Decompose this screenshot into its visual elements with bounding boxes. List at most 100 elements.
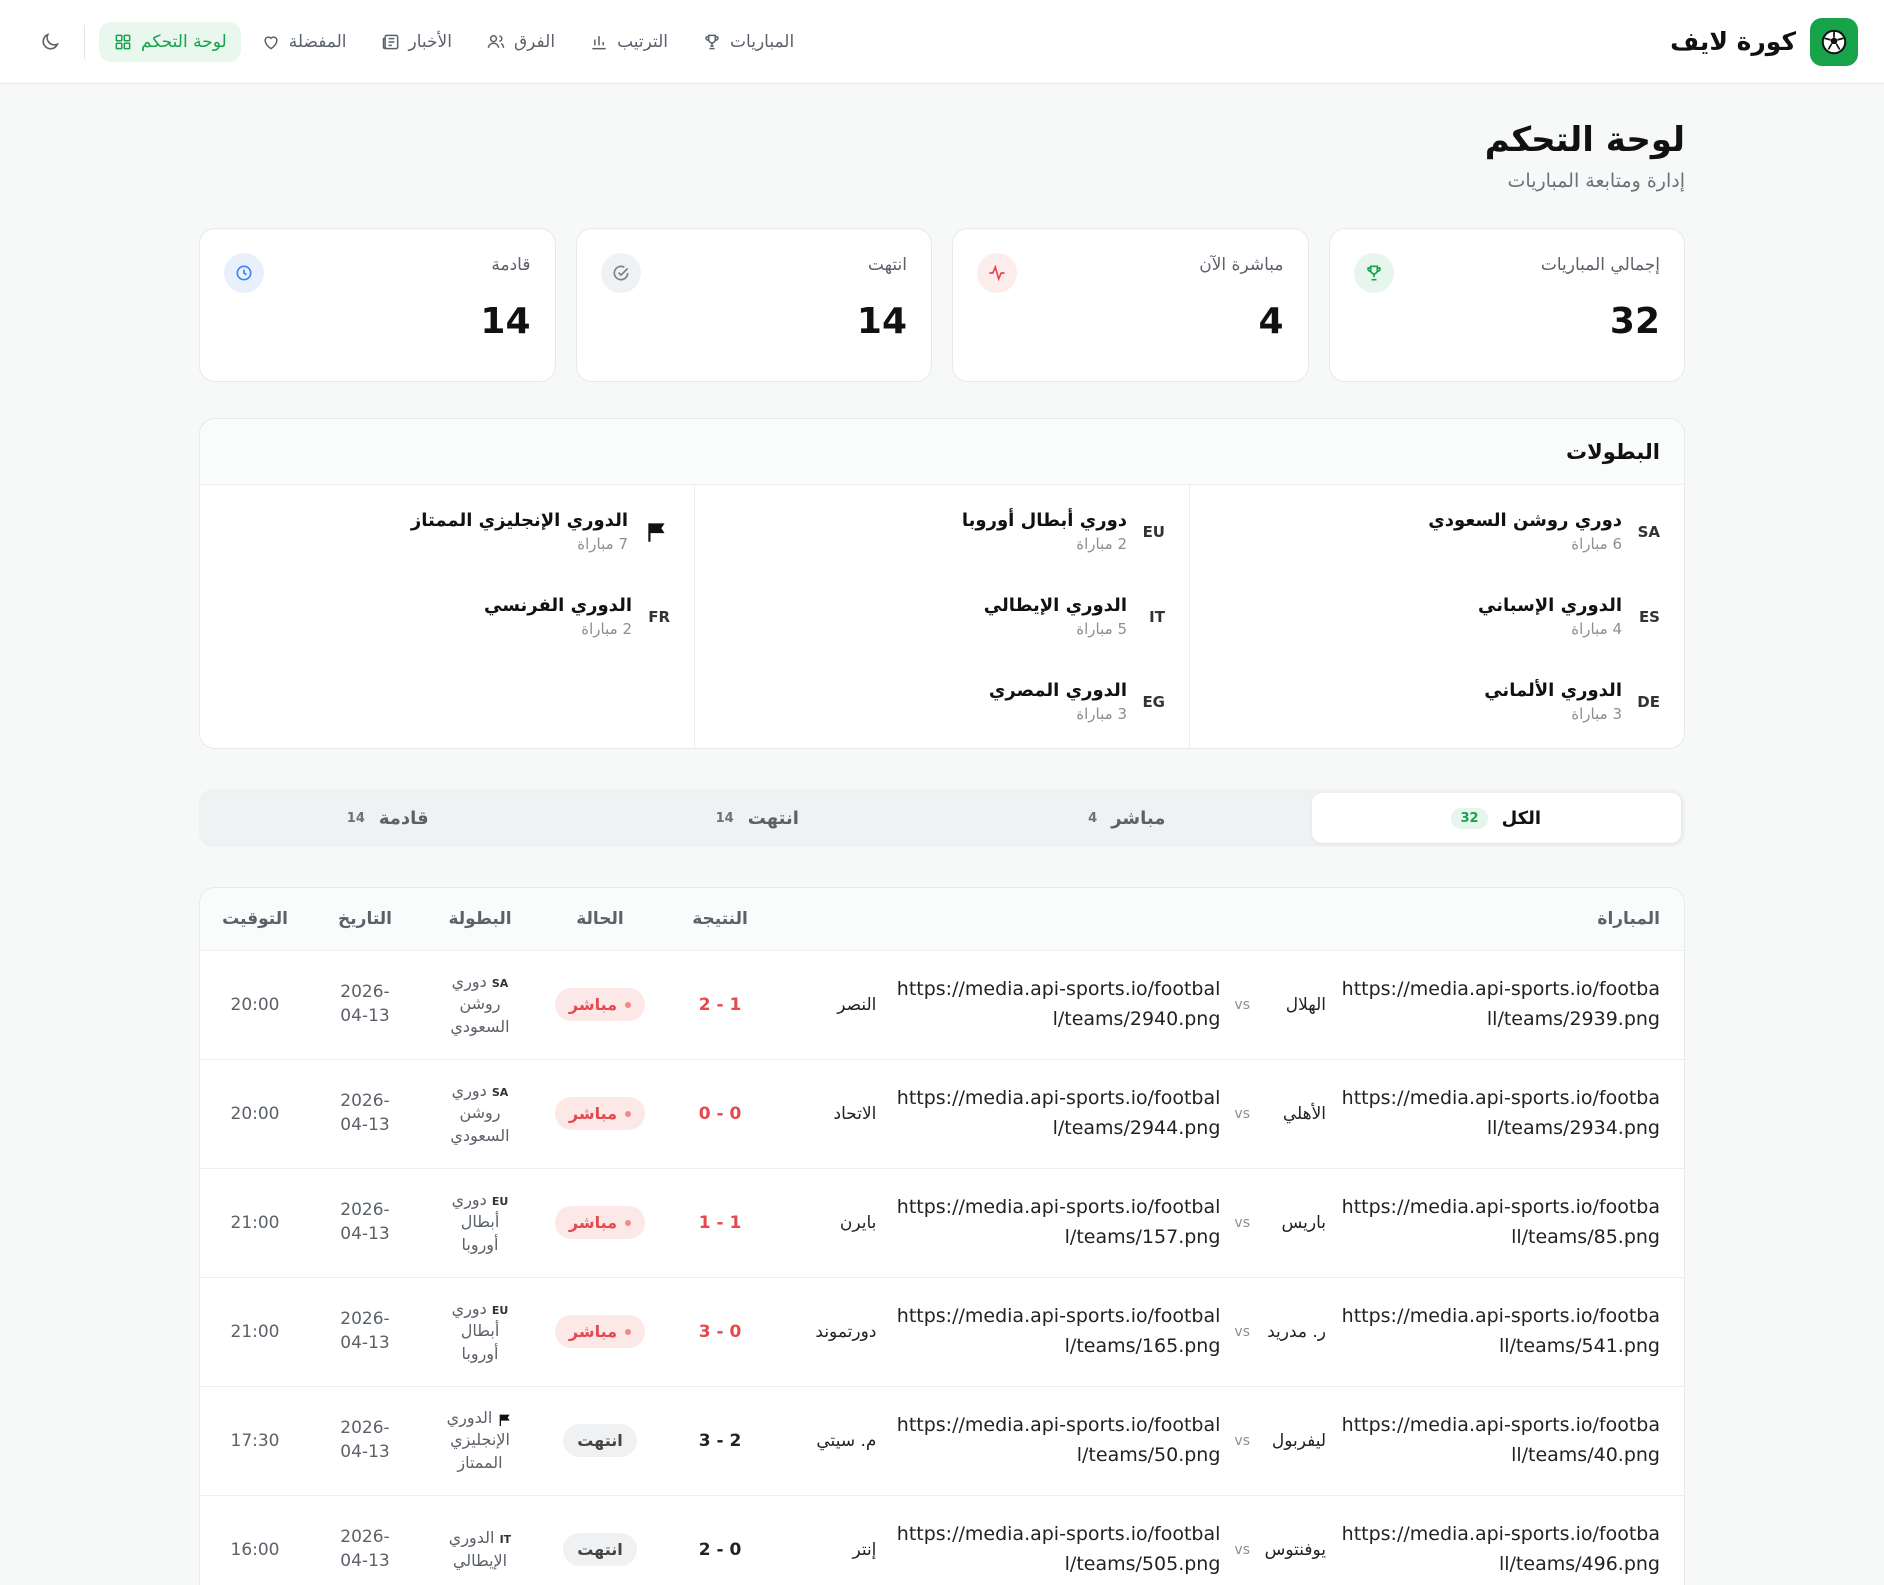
league-name: دوري أبطال أوروبا — [961, 510, 1127, 531]
score: 0 - 2 — [698, 1539, 742, 1560]
nav-item-favorites[interactable]: المفضلة — [247, 22, 361, 62]
league-item[interactable]: FR الدوري الفرنسي 2 مباراة — [200, 574, 694, 659]
away-team-name: الاتحاد — [833, 1103, 877, 1124]
time-cell: 16:00 — [200, 1495, 310, 1585]
table-row[interactable]: https://media.api-sports.io/football/tea… — [200, 1386, 1684, 1495]
leagues-panel: البطولات SA دوري روشن السعودي 6 مباراة ES… — [199, 418, 1685, 749]
table-row[interactable]: https://media.api-sports.io/football/tea… — [200, 1059, 1684, 1168]
brand-name: كورة لايف — [1670, 27, 1796, 56]
header-date: التاريخ — [310, 888, 420, 951]
trophy-icon — [1353, 253, 1394, 293]
status-badge: مباشر — [554, 1206, 646, 1239]
status-cell: انتهت — [540, 1495, 660, 1585]
match-time: 20:00 — [230, 1103, 280, 1124]
tab-all[interactable]: الكل 32 — [1311, 793, 1681, 843]
nav-item-matches[interactable]: المباريات — [688, 22, 808, 62]
status-badge: انتهت — [563, 1533, 637, 1566]
score: 1 - 1 — [698, 1212, 742, 1233]
league-cell: SA دوري روشن السعودي — [420, 1059, 540, 1168]
vs-label: vs — [1234, 1214, 1250, 1231]
tab-label: قادمة — [378, 807, 429, 829]
tab-finished[interactable]: انتهت 14 — [573, 793, 943, 843]
league-item[interactable]: EU دوري أبطال أوروبا 2 مباراة — [695, 489, 1189, 574]
time-cell: 20:00 — [200, 1059, 310, 1168]
league-name: الدوري المصري — [988, 680, 1127, 701]
brand[interactable]: كورة لايف — [1670, 17, 1858, 66]
away-team-logo-url: https://media.api-sports.io/football/tea… — [896, 978, 1221, 1030]
nav-item-dashboard[interactable]: لوحة التحكم — [99, 21, 241, 62]
stat-value: 14 — [856, 301, 907, 342]
away-team-name: النصر — [837, 994, 877, 1015]
stat-label: مباشرة الآن — [1199, 255, 1284, 275]
time-cell: 17:30 — [200, 1386, 310, 1495]
match-cell: https://media.api-sports.io/football/tea… — [780, 1059, 1684, 1168]
table-row[interactable]: https://media.api-sports.io/football/tea… — [200, 950, 1684, 1059]
stat-label: إجمالي المباريات — [1540, 255, 1660, 275]
home-team-logo-url: https://media.api-sports.io/football/tea… — [1341, 1414, 1660, 1466]
nav-item-news[interactable]: الأخبار — [367, 22, 466, 62]
home-team-name: باريس — [1281, 1212, 1326, 1233]
flag-icon — [648, 522, 665, 542]
league-code: EG — [1142, 692, 1165, 711]
theme-toggle-button[interactable] — [30, 22, 70, 62]
league-item[interactable]: SA دوري روشن السعودي 6 مباراة — [1190, 489, 1684, 574]
score-cell: 1 - 2 — [660, 950, 780, 1059]
league-name: الدوري الإيطالي — [983, 595, 1127, 616]
nav-item-label: الأخبار — [408, 31, 452, 52]
stat-value: 14 — [480, 301, 531, 342]
away-team-name: إنتر — [852, 1539, 877, 1560]
header-score: النتيجة — [660, 888, 780, 951]
league-column: EU دوري أبطال أوروبا 2 مباراة IT الدوري ا… — [694, 485, 1189, 748]
match-date: 2026-04-13 — [340, 1417, 390, 1462]
league-cell: EU دوري أبطال أوروبا — [420, 1168, 540, 1277]
tab-count: 14 — [715, 810, 734, 826]
league-name: الدوري الإنجليزي الممتاز — [410, 510, 628, 531]
vs-label: vs — [1234, 1323, 1250, 1340]
away-team-logo-url: https://media.api-sports.io/football/tea… — [896, 1523, 1221, 1575]
league-code — [497, 1413, 513, 1426]
stat-label: انتهت — [867, 255, 907, 275]
vs-label: vs — [1234, 1432, 1250, 1449]
league-item[interactable]: IT الدوري الإيطالي 5 مباراة — [695, 574, 1189, 659]
match-time: 21:00 — [230, 1321, 280, 1342]
league-item[interactable]: DE الدوري الألماني 3 مباراة — [1190, 659, 1684, 744]
match-cell: https://media.api-sports.io/football/tea… — [780, 950, 1684, 1059]
stat-value: 4 — [1258, 301, 1284, 342]
away-team-logo-url: https://media.api-sports.io/football/tea… — [896, 1414, 1221, 1466]
league-item[interactable]: ES الدوري الإسباني 4 مباراة — [1190, 574, 1684, 659]
newspaper-icon — [382, 34, 398, 49]
table-row[interactable]: https://media.api-sports.io/football/tea… — [200, 1168, 1684, 1277]
nav-item-label: لوحة التحكم — [141, 31, 227, 52]
date-cell: 2026-04-13 — [310, 1059, 420, 1168]
stat-card-live: مباشرة الآن 4 — [952, 228, 1309, 382]
league-count: 3 مباراة — [1571, 705, 1622, 723]
status-cell: مباشر — [540, 950, 660, 1059]
nav-item-label: الفرق — [513, 31, 556, 52]
league-code: IT — [1149, 607, 1165, 626]
clock-icon — [224, 253, 264, 293]
flag-icon — [500, 1414, 511, 1426]
away-team-name: دورتموند — [815, 1321, 877, 1342]
nav-item-standings[interactable]: الترتيب — [575, 22, 682, 62]
home-team-name: ليفربول — [1271, 1430, 1326, 1451]
league-code: IT — [499, 1533, 512, 1547]
league-item[interactable]: EG الدوري المصري 3 مباراة — [695, 659, 1189, 744]
league-count: 5 مباراة — [1076, 620, 1127, 638]
away-team-logo-url: https://media.api-sports.io/football/tea… — [896, 1196, 1221, 1248]
tab-count: 4 — [1088, 810, 1098, 826]
nav-item-teams[interactable]: الفرق — [472, 22, 569, 62]
tab-live[interactable]: مباشر 4 — [942, 793, 1312, 843]
matches-table: المباراة النتيجة الحالة البطولة التاريخ … — [199, 887, 1685, 1585]
home-team-name: يوفنتوس — [1264, 1539, 1326, 1560]
match-time: 17:30 — [230, 1430, 280, 1451]
bar-chart-icon — [592, 35, 606, 49]
league-item[interactable]: الدوري الإنجليزي الممتاز 7 مباراة — [200, 489, 694, 574]
date-cell: 2026-04-13 — [310, 1168, 420, 1277]
top-navbar: كورة لايف المباريات الترتيب الفرق الأخبا… — [0, 0, 1884, 84]
tab-upcoming[interactable]: قادمة 14 — [203, 793, 573, 843]
table-row[interactable]: https://media.api-sports.io/football/tea… — [200, 1277, 1684, 1386]
table-row[interactable]: https://media.api-sports.io/football/tea… — [200, 1495, 1684, 1585]
league-count: 7 مباراة — [577, 535, 628, 553]
check-circle-icon — [600, 253, 641, 293]
score-cell: 0 - 2 — [660, 1495, 780, 1585]
